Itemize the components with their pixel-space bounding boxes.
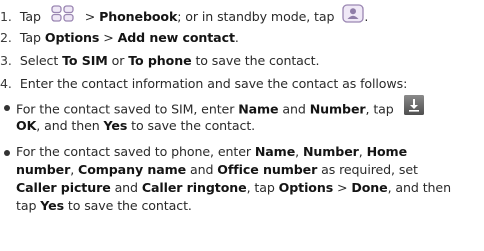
home-number-label: number xyxy=(16,162,71,177)
phonebook-label: Phonebook xyxy=(99,9,178,24)
step-number: 1. xyxy=(0,9,12,24)
done-label: Done xyxy=(351,180,388,195)
bullet-sim-line-2: OK, and then Yes to save the contact. xyxy=(16,118,256,133)
add-new-contact-label: Add new contact xyxy=(117,30,235,45)
name-label: Name xyxy=(254,144,296,159)
download-arrow-icon xyxy=(403,95,424,119)
instructions-page: { "steps": [ {"num": "1.", "a": "Tap", "… xyxy=(0,0,484,251)
bullet-phone-line-4: tap Yes to save the contact. xyxy=(16,198,192,213)
number-label: Number xyxy=(309,101,366,117)
yes-label: Yes xyxy=(103,118,128,133)
step-3: 3. Select To SIM or To phone to save the… xyxy=(0,53,320,68)
yes-label: Yes xyxy=(40,198,64,213)
bullet-dot xyxy=(4,150,10,156)
step-2: 2. Tap Options > Add new contact. xyxy=(0,30,239,45)
step-4: 4. Enter the contact information and sav… xyxy=(0,76,408,91)
contact-card-icon xyxy=(342,4,364,27)
ok-label: OK xyxy=(16,118,37,133)
company-name-label: Company name xyxy=(78,162,187,177)
bullet-phone-line-2: number, Company name and Office number a… xyxy=(16,162,418,177)
grid-menu-icon xyxy=(51,5,75,26)
to-sim-label: To SIM xyxy=(62,53,108,68)
caller-picture-label: Caller picture xyxy=(16,180,111,195)
number-label: Number xyxy=(302,144,359,159)
step-1: 1. Tap > Phonebook; or in standby mode, … xyxy=(0,4,368,29)
options-label: Options xyxy=(44,30,100,45)
step-number: 3. xyxy=(0,53,12,68)
caller-ringtone-label: Caller ringtone xyxy=(141,180,247,195)
step-number: 2. xyxy=(0,30,12,45)
office-number-label: Office number xyxy=(217,162,318,177)
to-phone-label: To phone xyxy=(128,53,192,68)
bullet-phone-line-1: For the contact saved to phone, enter Na… xyxy=(16,144,408,159)
step-number: 4. xyxy=(0,76,12,91)
bullet-phone-line-3: Caller picture and Caller ringtone, tap … xyxy=(16,180,451,195)
options-label: Options xyxy=(278,180,334,195)
name-label: Name xyxy=(238,101,279,117)
home-label: Home xyxy=(366,144,408,159)
bullet-dot xyxy=(4,105,10,111)
